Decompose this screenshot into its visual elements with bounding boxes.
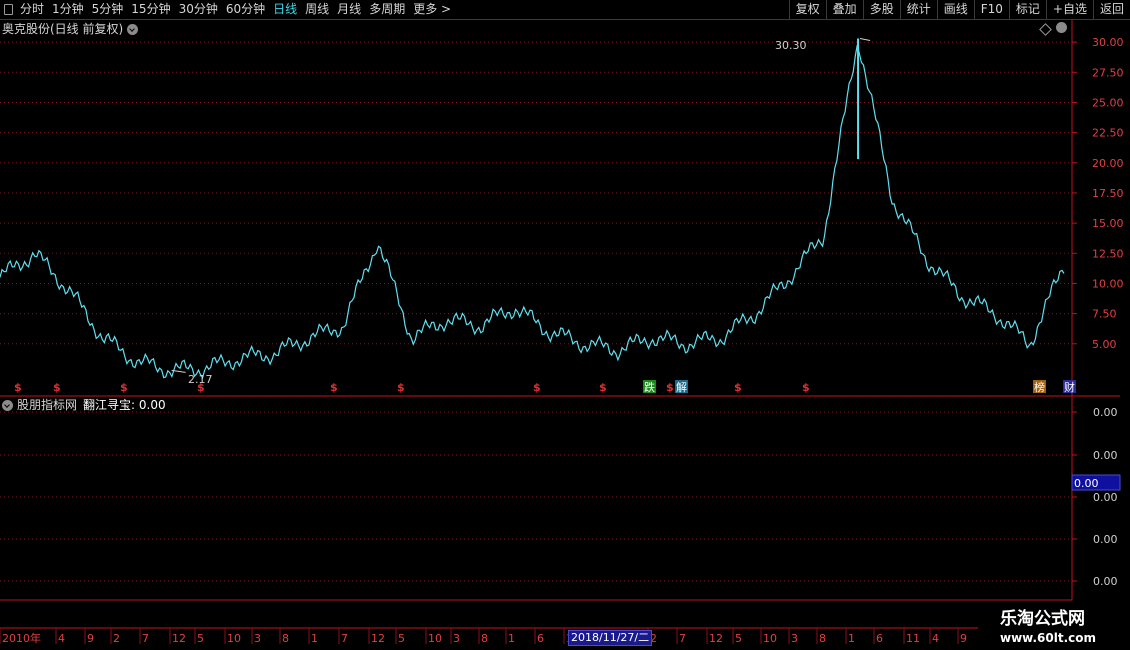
x-axis-label: 12 xyxy=(172,632,186,645)
dividend-marker: $ xyxy=(397,381,405,394)
dividend-marker: $ xyxy=(666,381,674,394)
x-axis-label: 5 xyxy=(735,632,742,645)
y-tick-label: 27.50 xyxy=(1092,66,1124,79)
x-axis-label: 1 xyxy=(508,632,515,645)
current-value-label: 0.00 xyxy=(1074,477,1099,490)
dividend-marker: $ xyxy=(120,381,128,394)
watermark-url: www.60lt.com xyxy=(1000,631,1097,645)
high-pointer xyxy=(859,37,871,41)
indicator-tick-label: 0.00 xyxy=(1093,575,1118,588)
indicator-title: 股朋指标网 翻江寻宝: 0.00 xyxy=(2,398,166,413)
x-axis-label: 10 xyxy=(227,632,241,645)
x-axis-label: 4 xyxy=(58,632,65,645)
x-axis-label: 7 xyxy=(341,632,348,645)
dividend-marker: $ xyxy=(53,381,61,394)
y-tick-label: 20.00 xyxy=(1092,157,1124,170)
finance-marker: 财 xyxy=(1064,380,1075,394)
indicator-tick-label: 0.00 xyxy=(1093,491,1118,504)
x-axis-label: 7 xyxy=(142,632,149,645)
x-axis-label: 9 xyxy=(87,632,94,645)
low-price-label: 2.17 xyxy=(188,373,213,386)
chart-canvas[interactable]: 30.0027.5025.0022.5020.0017.5015.0012.50… xyxy=(0,0,1130,650)
x-axis-label: 11 xyxy=(906,632,920,645)
x-axis-label: 5 xyxy=(398,632,405,645)
cursor-date: 2018/11/27/二 xyxy=(568,630,653,646)
y-tick-label: 17.50 xyxy=(1092,187,1124,200)
x-axis-label: 6 xyxy=(537,632,544,645)
x-axis-label: 8 xyxy=(481,632,488,645)
x-axis-label: 9 xyxy=(960,632,967,645)
news-marker: 跌 xyxy=(644,380,655,394)
y-tick-label: 30.00 xyxy=(1092,36,1124,49)
x-axis-label: 12 xyxy=(709,632,723,645)
unlock-marker: 解 xyxy=(676,380,687,394)
x-axis-label: 2010年 xyxy=(2,631,41,645)
y-tick-label: 12.50 xyxy=(1092,247,1124,260)
y-tick-label: 5.00 xyxy=(1092,338,1117,351)
dividend-marker: $ xyxy=(599,381,607,394)
dividend-marker: $ xyxy=(734,381,742,394)
y-tick-label: 7.50 xyxy=(1092,308,1117,321)
chevron-down-icon[interactable] xyxy=(2,400,13,411)
indicator-tick-label: 0.00 xyxy=(1093,533,1118,546)
price-line xyxy=(0,44,1065,379)
x-axis-label: 5 xyxy=(197,632,204,645)
dividend-marker: $ xyxy=(802,381,810,394)
indicator-source: 股朋指标网 xyxy=(17,398,78,412)
x-axis-label: 6 xyxy=(876,632,883,645)
x-axis-label: 1 xyxy=(848,632,855,645)
x-axis-label: 8 xyxy=(282,632,289,645)
x-axis-label: 10 xyxy=(763,632,777,645)
indicator-value-label: 翻江寻宝: 0.00 xyxy=(83,398,166,412)
x-axis-label: 4 xyxy=(932,632,939,645)
indicator-tick-label: 0.00 xyxy=(1093,449,1118,462)
x-axis-label: 1 xyxy=(311,632,318,645)
x-axis-label: 3 xyxy=(254,632,261,645)
dividend-marker: $ xyxy=(330,381,338,394)
y-tick-label: 10.00 xyxy=(1092,277,1124,290)
y-tick-label: 25.00 xyxy=(1092,96,1124,109)
indicator-tick-label: 0.00 xyxy=(1093,406,1118,419)
y-tick-label: 22.50 xyxy=(1092,127,1124,140)
x-axis-label: 10 xyxy=(428,632,442,645)
x-axis-label: 3 xyxy=(453,632,460,645)
x-axis-label: 2 xyxy=(113,632,120,645)
x-axis-label: 12 xyxy=(371,632,385,645)
x-axis-label: 3 xyxy=(791,632,798,645)
x-axis-label: 7 xyxy=(679,632,686,645)
ranking-marker: 榜 xyxy=(1034,380,1045,394)
dividend-marker: $ xyxy=(533,381,541,394)
x-axis-label: 8 xyxy=(819,632,826,645)
y-tick-label: 15.00 xyxy=(1092,217,1124,230)
watermark-title: 乐淘公式网 xyxy=(1000,609,1085,629)
high-price-label: 30.30 xyxy=(775,39,807,52)
dividend-marker: $ xyxy=(14,381,22,394)
